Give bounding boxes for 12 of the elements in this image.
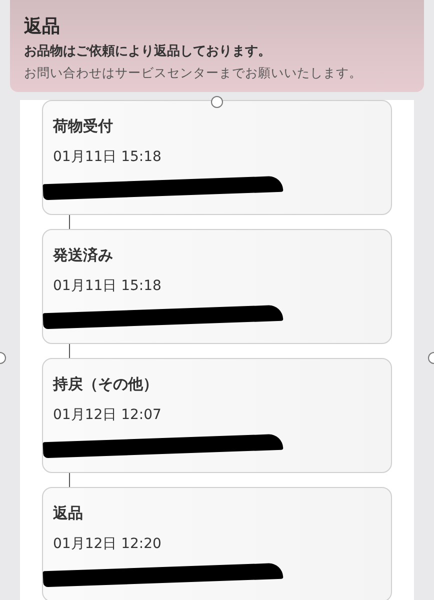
notice-message: お品物はご依頼により返品しております。 [24, 42, 272, 60]
event-time: 01月12日 12:07 [53, 406, 162, 424]
status-label: 発送済み [53, 246, 114, 265]
status-label: 荷物受付 [53, 117, 114, 136]
status-label: 返品 [53, 504, 84, 523]
status-label: 持戻（その他） [53, 375, 159, 394]
handle-icon [211, 96, 223, 108]
notice-title: 返品 [24, 15, 61, 38]
notice-note: お問い合わせはサービスセンターまでお願いいたします。 [24, 65, 363, 82]
event-time: 01月12日 12:20 [53, 535, 162, 553]
event-time: 01月11日 15:18 [53, 277, 162, 295]
event-time: 01月11日 15:18 [53, 148, 162, 166]
